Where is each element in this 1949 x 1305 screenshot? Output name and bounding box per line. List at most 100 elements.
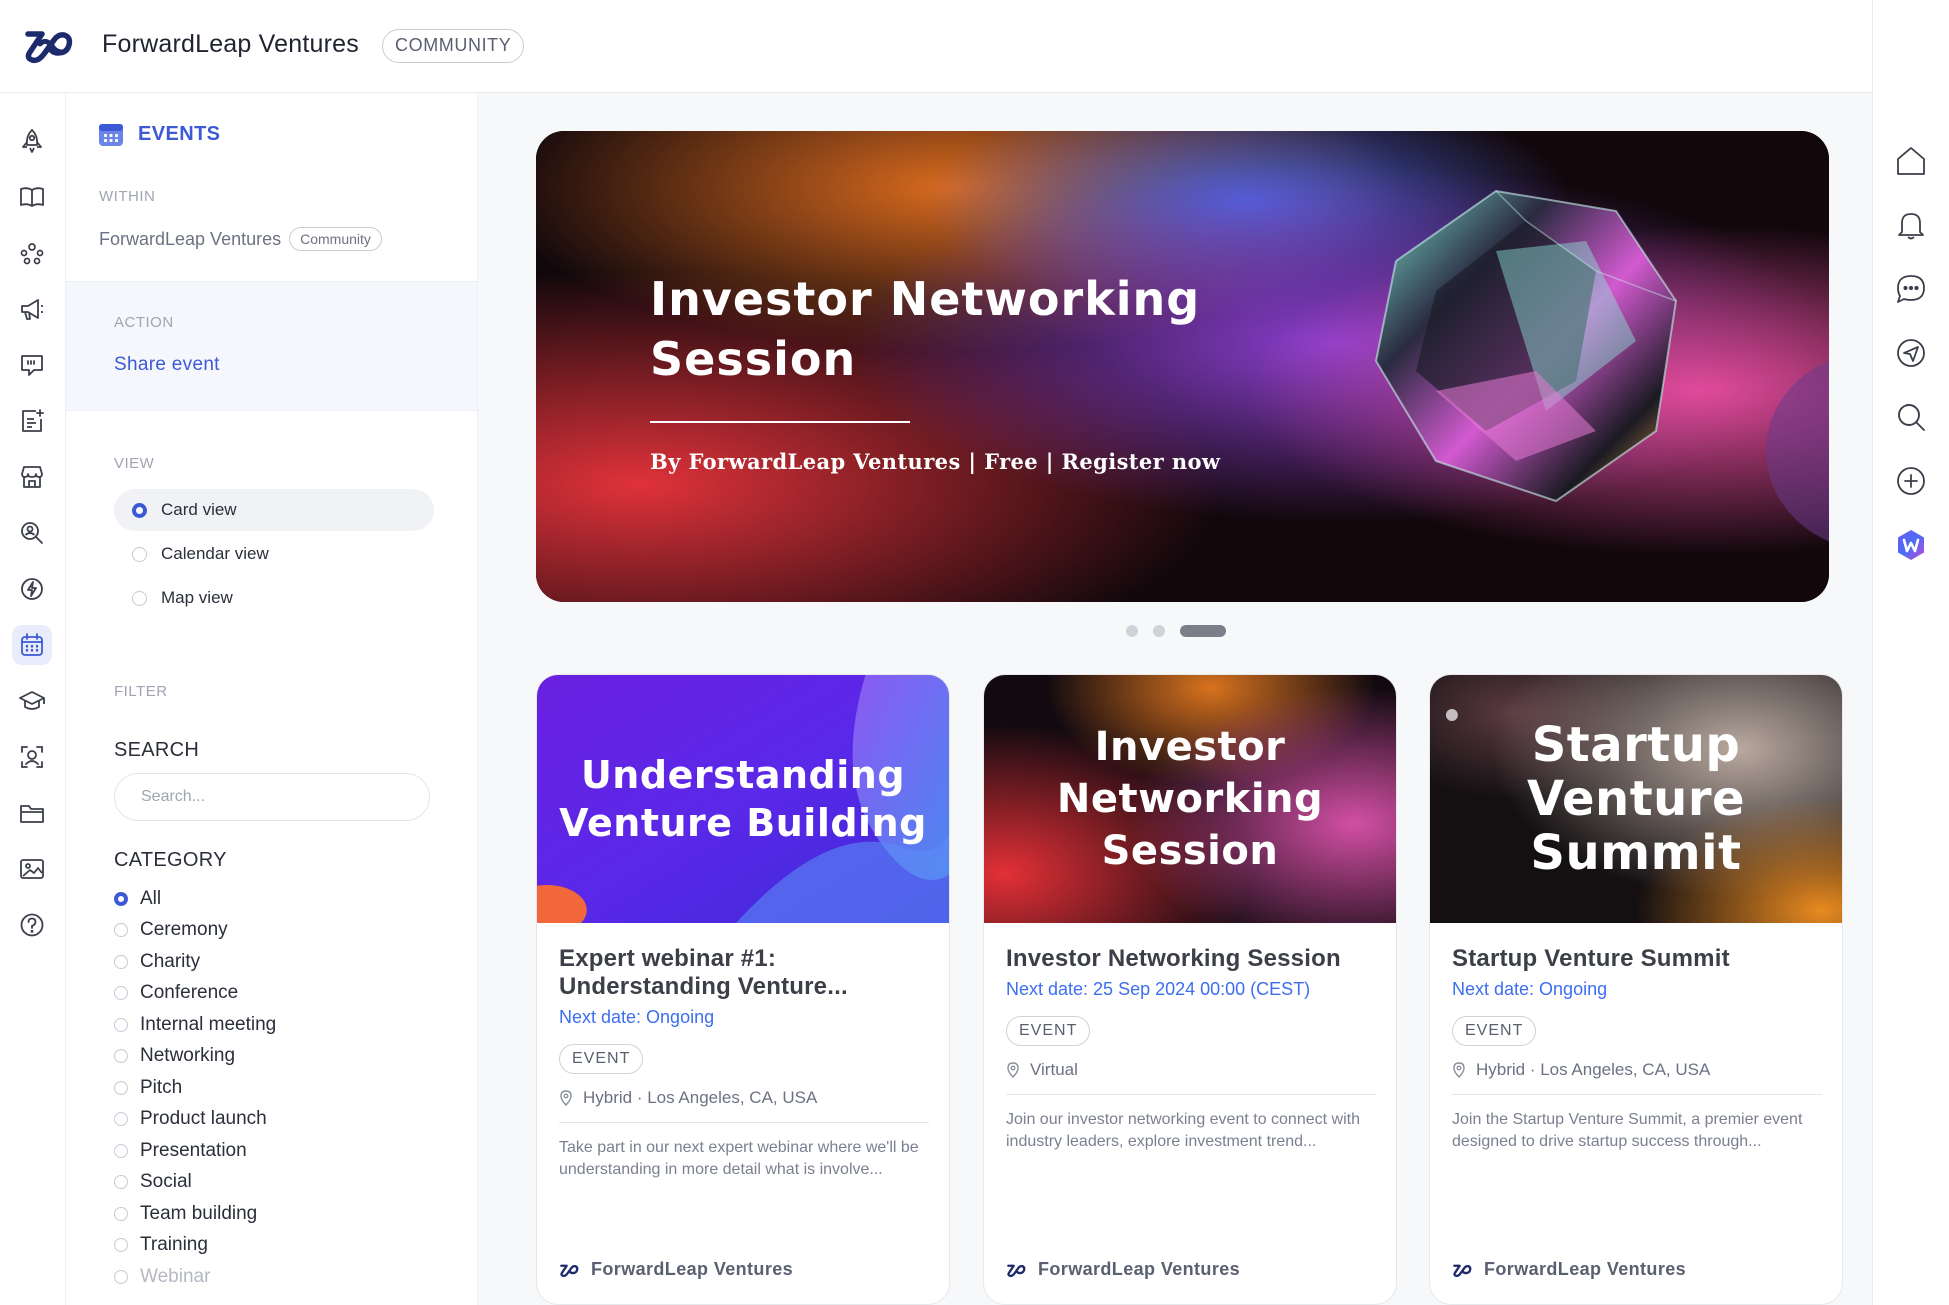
view-option-label: Map view — [161, 588, 233, 607]
book-icon[interactable] — [12, 177, 52, 217]
category-item-pitch[interactable]: Pitch — [114, 1072, 434, 1104]
radio-selected[interactable] — [114, 891, 128, 906]
category-item-ceremony[interactable]: Ceremony — [114, 915, 434, 947]
event-location-text: Hybrid · Los Angeles, CA, USA — [1476, 1060, 1711, 1079]
hero-banner[interactable]: Investor Networking Session By ForwardLe… — [536, 131, 1829, 602]
radio-unselected[interactable] — [114, 986, 128, 1001]
event-card-image[interactable]: Investor Networking Session — [984, 675, 1396, 923]
within-space-name[interactable]: ForwardLeap Ventures — [99, 229, 281, 250]
radio-unselected[interactable] — [114, 1017, 128, 1032]
event-card[interactable]: Investor Networking Session Investor Net… — [983, 674, 1397, 1305]
help-icon[interactable] — [12, 905, 52, 945]
category-item-presentation[interactable]: Presentation — [114, 1135, 434, 1167]
location-pin-icon — [560, 1090, 572, 1106]
lightning-icon[interactable] — [12, 569, 52, 609]
organizer-logo-icon — [1453, 1264, 1472, 1277]
search-input[interactable] — [114, 773, 430, 821]
view-option-calendar[interactable]: Calendar view — [114, 533, 434, 575]
category-item-charity[interactable]: Charity — [114, 946, 434, 978]
radio-unselected[interactable] — [114, 1206, 128, 1221]
event-organizer[interactable]: ForwardLeap Ventures — [1452, 1259, 1686, 1280]
event-card-image[interactable]: Understanding Venture Building — [537, 675, 949, 923]
event-organizer[interactable]: ForwardLeap Ventures — [1006, 1259, 1240, 1280]
event-card[interactable]: Startup Venture Summit Startup Venture S… — [1429, 674, 1843, 1305]
calendar-icon[interactable] — [12, 625, 52, 665]
event-card-image[interactable]: Startup Venture Summit — [1430, 675, 1842, 923]
radio-unselected[interactable] — [132, 546, 147, 562]
category-item-conference[interactable]: Conference — [114, 978, 434, 1010]
organizer-logo-icon — [1007, 1264, 1026, 1277]
within-space-badge: Community — [289, 227, 382, 251]
home-icon[interactable] — [1893, 143, 1929, 179]
radio-unselected[interactable] — [114, 1112, 128, 1127]
view-option-label: Calendar view — [161, 544, 269, 563]
event-title[interactable]: Startup Venture Summit — [1452, 945, 1822, 973]
new-post-icon[interactable] — [12, 401, 52, 441]
category-item-all[interactable]: All — [114, 883, 434, 915]
radio-unselected[interactable] — [114, 1238, 128, 1253]
event-title[interactable]: Investor Networking Session — [1006, 945, 1376, 973]
action-label: ACTION — [114, 314, 174, 331]
search-label: SEARCH — [114, 739, 200, 761]
event-location: Hybrid · Los Angeles, CA, USA — [1452, 1060, 1822, 1095]
left-icon-rail — [0, 93, 66, 1305]
add-icon[interactable] — [1893, 463, 1929, 499]
events-title: EVENTS — [138, 122, 221, 145]
carousel-dot[interactable] — [1126, 625, 1138, 637]
community-icon[interactable] — [12, 233, 52, 273]
category-label-text: Social — [140, 1171, 192, 1193]
megaphone-icon[interactable] — [12, 289, 52, 329]
radio-unselected[interactable] — [114, 1175, 128, 1190]
category-label-text: Training — [140, 1234, 208, 1256]
messages-icon[interactable] — [1893, 271, 1929, 307]
event-organizer[interactable]: ForwardLeap Ventures — [559, 1259, 793, 1280]
event-type-tag: EVENT — [559, 1044, 644, 1074]
location-pin-icon — [1007, 1062, 1019, 1078]
event-title[interactable]: Expert webinar #1: Understanding Venture… — [559, 945, 929, 1001]
radio-selected[interactable] — [132, 502, 147, 518]
category-label-text: Webinar — [140, 1265, 211, 1287]
store-icon[interactable] — [12, 457, 52, 497]
calendar-icon — [99, 124, 123, 146]
category-item-product-launch[interactable]: Product launch — [114, 1104, 434, 1136]
category-item-team-building[interactable]: Team building — [114, 1198, 434, 1230]
event-type-tag: EVENT — [1452, 1016, 1537, 1046]
search-people-icon[interactable] — [12, 513, 52, 553]
chat-quote-icon[interactable] — [12, 345, 52, 385]
view-option-map[interactable]: Map view — [114, 577, 434, 619]
radio-unselected[interactable] — [114, 1143, 128, 1158]
radio-unselected[interactable] — [114, 923, 128, 938]
category-item-networking[interactable]: Networking — [114, 1041, 434, 1073]
radio-unselected[interactable] — [114, 1080, 128, 1095]
radio-unselected[interactable] — [114, 1269, 128, 1284]
radio-unselected[interactable] — [114, 954, 128, 969]
location-pin-icon — [1453, 1062, 1465, 1078]
view-option-card[interactable]: Card view — [114, 489, 434, 531]
hero-subtitle: By ForwardLeap Ventures | Free | Registe… — [650, 449, 1221, 474]
category-label-text: Conference — [140, 982, 239, 1004]
send-icon[interactable] — [1893, 335, 1929, 371]
graduation-cap-icon[interactable] — [12, 681, 52, 721]
gallery-icon[interactable] — [12, 849, 52, 889]
radio-unselected[interactable] — [114, 1049, 128, 1064]
bell-icon[interactable] — [1893, 207, 1929, 243]
face-scan-icon[interactable] — [12, 737, 52, 777]
app-w-icon[interactable] — [1893, 527, 1929, 563]
category-item-social[interactable]: Social — [114, 1167, 434, 1199]
event-next-date: Next date: 25 Sep 2024 00:00 (CEST) — [1006, 979, 1311, 999]
event-card[interactable]: Understanding Venture Building Expert we… — [536, 674, 950, 1305]
folder-icon[interactable] — [12, 793, 52, 833]
radio-unselected[interactable] — [132, 590, 147, 606]
category-label-text: Presentation — [140, 1139, 247, 1161]
brand-name[interactable]: ForwardLeap Ventures — [102, 30, 359, 59]
share-event-link[interactable]: Share event — [114, 354, 220, 376]
carousel-dot[interactable] — [1153, 625, 1165, 637]
category-item-internal-meeting[interactable]: Internal meeting — [114, 1009, 434, 1041]
search-icon[interactable] — [1893, 399, 1929, 435]
category-item-training[interactable]: Training — [114, 1230, 434, 1262]
brand-logo-icon[interactable] — [22, 22, 74, 68]
rocket-icon[interactable] — [12, 121, 52, 161]
carousel-dot-active[interactable] — [1180, 625, 1226, 637]
category-item-webinar[interactable]: Webinar — [114, 1261, 434, 1293]
community-badge: COMMUNITY — [382, 29, 525, 63]
